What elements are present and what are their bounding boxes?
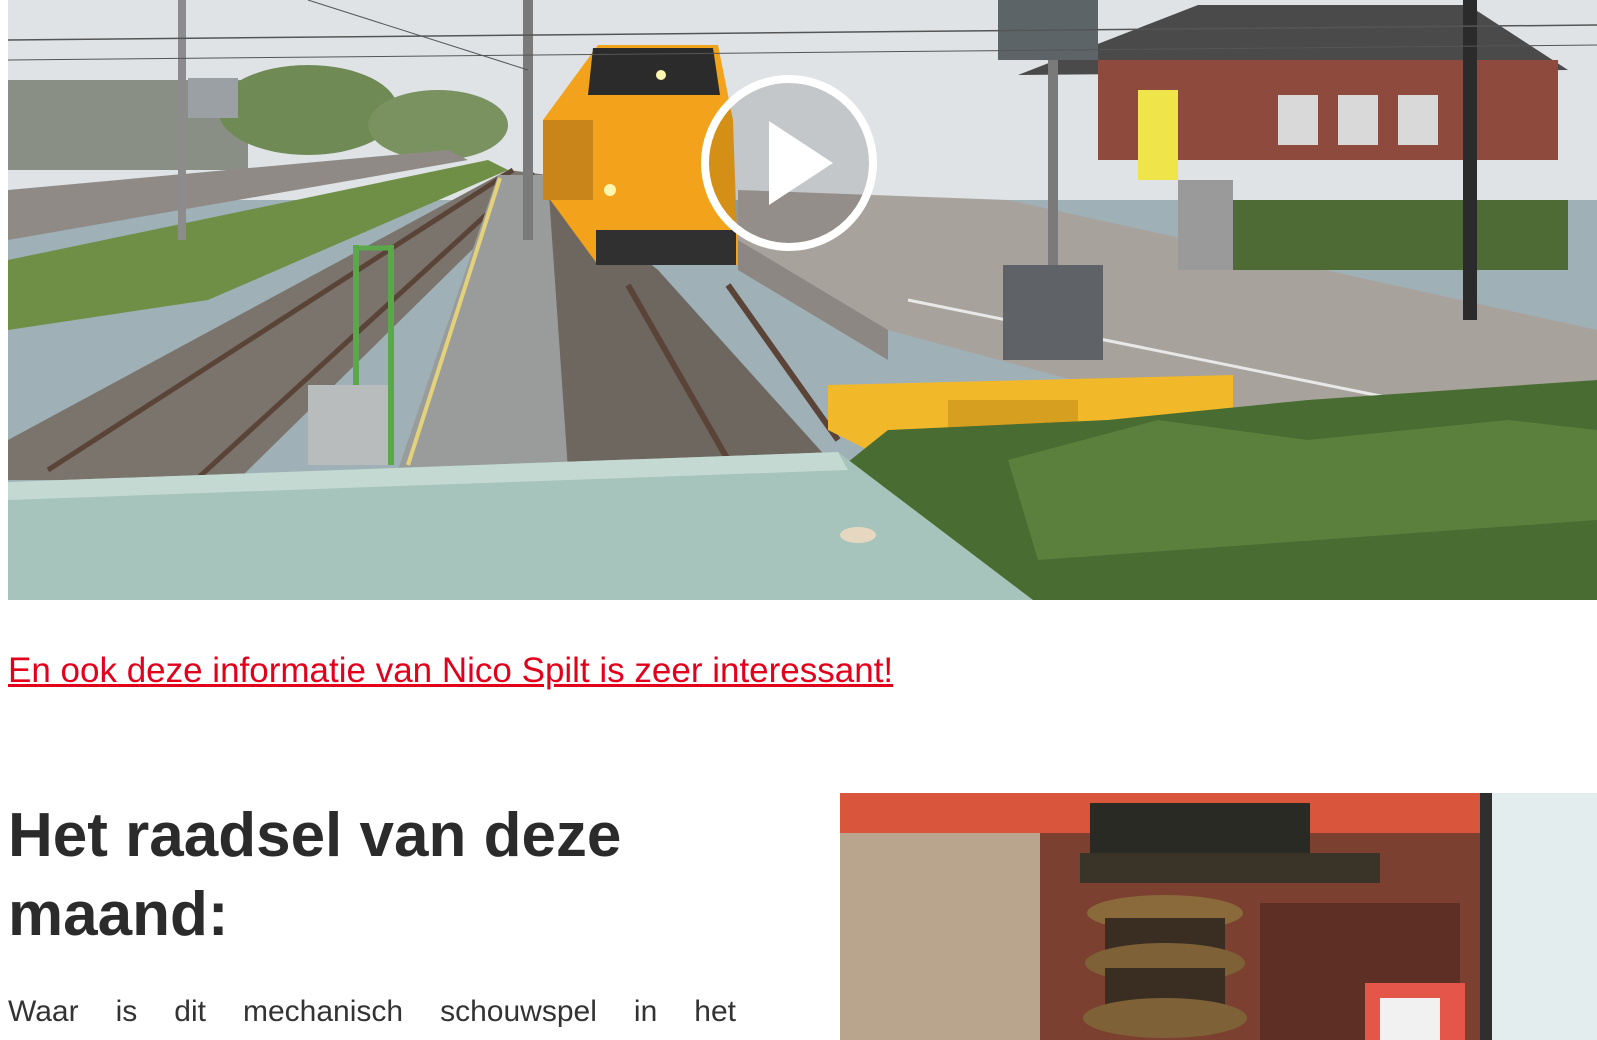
mechanism-photo: [840, 793, 1597, 1040]
play-icon: [769, 121, 833, 205]
video-player[interactable]: [8, 0, 1597, 600]
page: En ook deze informatie van Nico Spilt is…: [0, 0, 1597, 1040]
play-button[interactable]: [701, 75, 877, 251]
puzzle-image: [840, 793, 1597, 1040]
nico-spilt-info-link[interactable]: En ook deze informatie van Nico Spilt is…: [8, 651, 893, 691]
puzzle-question: Waar is dit mechanisch schouwspel in het: [8, 995, 736, 1028]
puzzle-title: Het raadsel van deze maand:: [8, 801, 622, 949]
